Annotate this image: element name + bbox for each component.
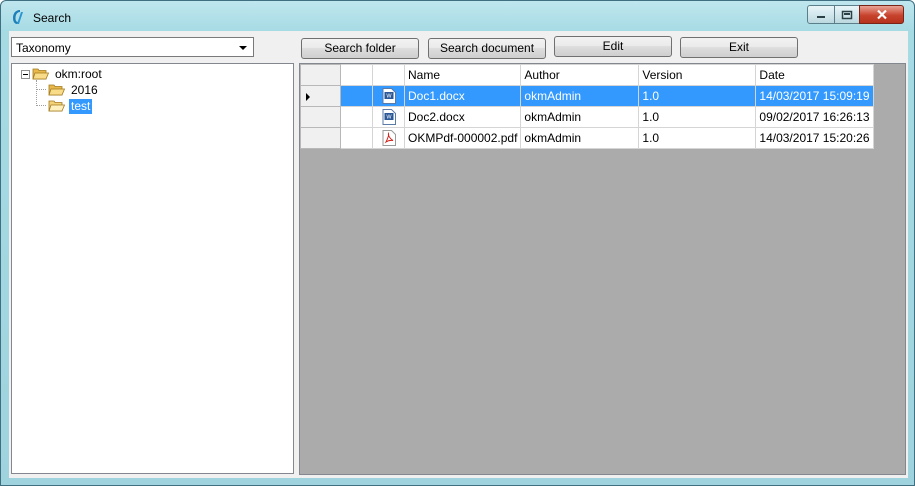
maximize-button[interactable] [834, 5, 860, 24]
tree-node-test[interactable]: test [69, 99, 93, 114]
documents-table: Name Author Version Date W Doc1.docx okm… [300, 64, 874, 149]
edit-button[interactable]: Edit [554, 36, 672, 57]
search-folder-button[interactable]: Search folder [301, 38, 419, 59]
table-cell[interactable] [340, 106, 373, 128]
table-row[interactable]: W Doc1.docx okmAdmin 1.0 14/03/2017 15:0… [300, 85, 874, 107]
row-header[interactable] [300, 106, 341, 128]
row-header[interactable] [300, 85, 341, 107]
tree-connector [36, 89, 46, 90]
table-cell[interactable] [340, 127, 373, 149]
cell-date[interactable]: 09/02/2017 16:26:13 [755, 106, 874, 128]
chevron-down-icon[interactable] [237, 42, 249, 54]
open-folder-icon [32, 68, 49, 80]
word-doc-icon: W [382, 88, 396, 104]
cell-author[interactable]: okmAdmin [520, 106, 640, 128]
minimize-button[interactable] [807, 5, 835, 24]
header-row: Name Author Version Date [300, 64, 874, 86]
open-folder-icon [48, 100, 65, 112]
collapse-toggle[interactable] [21, 70, 30, 79]
tree-node-2016[interactable]: 2016 [69, 83, 100, 98]
table-cell[interactable] [372, 127, 405, 149]
cell-version[interactable]: 1.0 [638, 85, 757, 107]
tree-node-root[interactable]: okm:root [53, 67, 104, 82]
title-bar[interactable]: Search [1, 1, 914, 33]
documents-grid[interactable]: Name Author Version Date W Doc1.docx okm… [299, 63, 906, 475]
folder-tree[interactable]: okm:root 2016 test [11, 63, 294, 474]
maximize-icon [841, 10, 853, 19]
cell-version[interactable]: 1.0 [638, 127, 757, 149]
cell-name[interactable]: Doc2.docx [403, 106, 522, 128]
table-row[interactable]: OKMPdf-000002.pdf okmAdmin 1.0 14/03/201… [300, 127, 874, 149]
pdf-icon [382, 130, 396, 146]
minimize-icon [817, 15, 825, 18]
window-title: Search [33, 11, 72, 25]
open-folder-icon [48, 84, 65, 96]
client-area: Taxonomy Search folder Search document E… [9, 31, 908, 478]
cell-name[interactable]: OKMPdf-000002.pdf [403, 127, 522, 149]
svg-text:W: W [386, 94, 392, 100]
column-header-version[interactable]: Version [638, 64, 757, 86]
taxonomy-select-value: Taxonomy [16, 41, 71, 55]
table-cell[interactable]: W [372, 85, 405, 107]
exit-button[interactable]: Exit [680, 37, 798, 58]
close-button[interactable] [859, 5, 904, 24]
cell-version[interactable]: 1.0 [638, 106, 757, 128]
app-logo-icon [13, 10, 23, 24]
cell-author[interactable]: okmAdmin [520, 85, 640, 107]
column-header-icon[interactable] [372, 64, 405, 86]
column-header-blank[interactable] [340, 64, 373, 86]
tree-connector [36, 80, 37, 106]
word-doc-icon: W [382, 109, 396, 125]
current-row-arrow-icon [306, 92, 310, 101]
column-header-name[interactable]: Name [403, 64, 522, 86]
table-row[interactable]: W Doc2.docx okmAdmin 1.0 09/02/2017 16:2… [300, 106, 874, 128]
cell-date[interactable]: 14/03/2017 15:09:19 [755, 85, 874, 107]
search-window: Search Taxonomy Search folder Search doc… [0, 0, 915, 486]
cell-author[interactable]: okmAdmin [520, 127, 640, 149]
cell-name[interactable]: Doc1.docx [403, 85, 522, 107]
search-document-button[interactable]: Search document [428, 38, 546, 59]
column-header-author[interactable]: Author [520, 64, 640, 86]
close-icon [876, 9, 887, 20]
table-cell[interactable] [340, 85, 373, 107]
row-header[interactable] [300, 127, 341, 149]
table-cell[interactable]: W [372, 106, 405, 128]
cell-date[interactable]: 14/03/2017 15:20:26 [755, 127, 874, 149]
taxonomy-select[interactable]: Taxonomy [11, 37, 254, 57]
svg-text:W: W [386, 115, 392, 121]
tree-connector [36, 105, 46, 106]
row-header-corner [300, 64, 341, 86]
column-header-date[interactable]: Date [755, 64, 874, 86]
